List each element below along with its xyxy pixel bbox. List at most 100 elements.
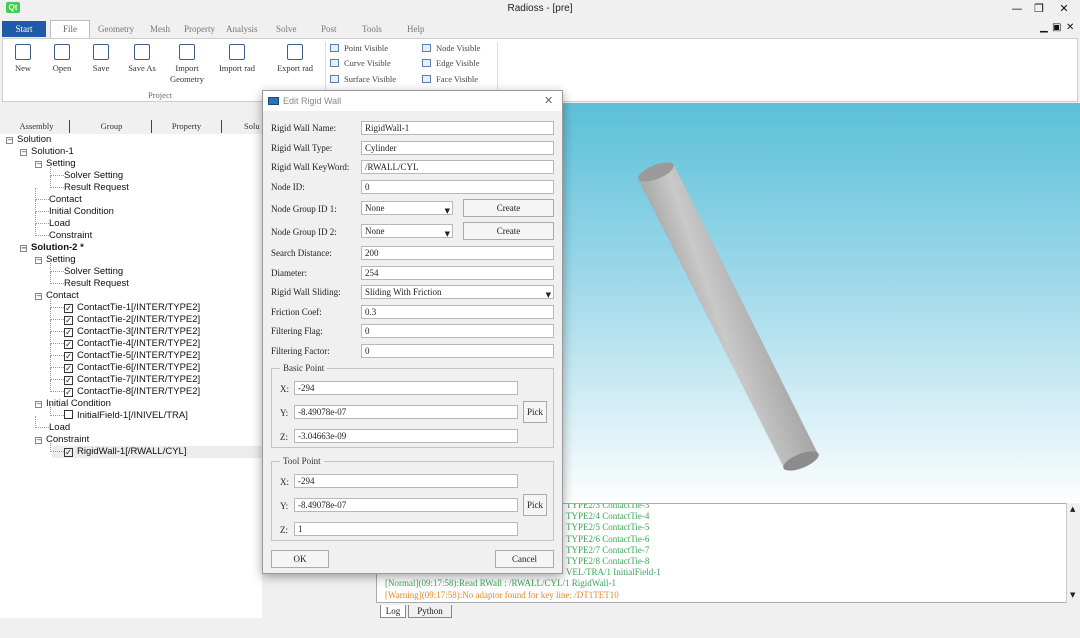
node-group-2-select[interactable]: None ▼ [361,224,453,238]
tool-pick-button[interactable]: Pick [523,494,547,516]
mdi-minimize-icon[interactable]: ▁ [1040,22,1048,33]
minimize-icon[interactable]: — [1008,2,1026,16]
checkbox-icon[interactable]: ✓ [64,448,73,457]
tree-node[interactable]: ✓ RigidWall-1[/RWALL/CYL] [50,440,186,458]
tree-node[interactable]: ✓ ContactTie-2[/INTER/TYPE2] [50,308,200,326]
tree-node[interactable]: Load [35,416,70,434]
tree-node[interactable]: ✓ ContactTie-3[/INTER/TYPE2] [50,320,200,338]
dropdown-arrow-icon[interactable]: ▼ [546,289,551,298]
diameter-field[interactable]: 254 [361,266,554,280]
scroll-up-icon[interactable]: ▲ [1070,505,1075,513]
menu-help[interactable]: Help [403,20,429,38]
close-icon[interactable]: ✕ [1055,2,1073,16]
restore-icon[interactable]: ❐ [1030,2,1048,16]
checkbox-icon[interactable]: ✓ [64,304,73,313]
tab-assembly[interactable]: Assembly [4,120,70,133]
scroll-down-icon[interactable]: ▼ [1070,591,1075,599]
node-group-1-select[interactable]: None ▼ [361,201,453,215]
sliding-select[interactable]: Sliding With Friction ▼ [361,285,554,299]
tree-node[interactable]: − Solution-2 * [20,242,84,254]
toggle-surface-visible[interactable]: Surface Visible [330,74,396,84]
basic-y-field[interactable]: -8.49078e-07 [294,405,518,419]
ribbon-button-new-file[interactable]: New [12,44,34,74]
toggle-node-visible[interactable]: Node Visible [422,43,480,53]
tree-node[interactable]: Result Request [50,272,129,290]
tree-node[interactable]: ✓ ContactTie-7[/INTER/TYPE2] [50,368,200,386]
menu-file[interactable]: File [50,20,90,39]
menu-start[interactable]: Start [2,21,46,37]
tree-node[interactable]: ✓ ContactTie-8[/INTER/TYPE2] [50,380,200,398]
ribbon-button-folder-open[interactable]: Open [46,44,78,74]
checkbox-icon[interactable]: ✓ [64,364,73,373]
collapse-icon[interactable]: − [20,245,27,252]
ok-button[interactable]: OK [271,550,329,568]
collapse-icon[interactable]: − [35,257,42,264]
toggle-face-visible[interactable]: Face Visible [422,74,478,84]
ribbon-button-export-rad[interactable]: Export rad [268,44,322,74]
tab-group[interactable]: Group [72,120,152,133]
checkbox-icon[interactable]: ✓ [64,328,73,337]
node-id-field[interactable]: 0 [361,180,554,194]
tree-node[interactable]: InitialField-1[/INIVEL/TRA] [50,404,188,422]
ribbon-button-save-as[interactable]: Save As [120,44,164,74]
dropdown-arrow-icon[interactable]: ▼ [445,205,450,214]
tree-node[interactable]: ✓ ContactTie-5[/INTER/TYPE2] [50,344,200,362]
mdi-restore-icon[interactable]: ▣ [1052,22,1061,33]
toggle-point-visible[interactable]: Point Visible [330,43,388,53]
collapse-icon[interactable]: − [35,293,42,300]
menu-mesh[interactable]: Mesh [146,20,174,38]
tree-node[interactable]: − Initial Condition [35,398,111,410]
cancel-button[interactable]: Cancel [495,550,554,568]
tab-python[interactable]: Python [408,605,452,618]
checkbox-icon[interactable]: ✓ [64,340,73,349]
rigid-wall-type-field[interactable]: Cylinder [361,141,554,155]
tab-property[interactable]: Property [152,120,222,133]
menu-analysis[interactable]: Analysis [222,20,262,38]
filter-flag-field[interactable]: 0 [361,324,554,338]
tab-log[interactable]: Log [380,605,406,618]
friction-field[interactable]: 0.3 [361,305,554,319]
checkbox-icon[interactable]: ✓ [64,376,73,385]
tree-node[interactable]: ✓ ContactTie-1[/INTER/TYPE2] [50,296,200,314]
menu-post[interactable]: Post [317,20,341,38]
create-group-2-button[interactable]: Create [463,222,554,240]
tree-node[interactable]: ✓ ContactTie-6[/INTER/TYPE2] [50,356,200,374]
collapse-icon[interactable]: − [35,437,42,444]
tool-z-field[interactable]: 1 [294,522,518,536]
collapse-icon[interactable]: − [35,161,42,168]
ribbon-button-save[interactable]: Save [88,44,114,74]
basic-pick-button[interactable]: Pick [523,401,547,423]
tree-node[interactable]: − Solution [6,134,51,146]
log-scrollbar[interactable]: ▲ ▼ [1066,503,1080,603]
search-distance-field[interactable]: 200 [361,246,554,260]
dialog-close-icon[interactable]: ✕ [544,94,553,107]
rigid-wall-name-field[interactable]: RigidWall-1 [361,121,554,135]
ribbon-button-import-geometry[interactable]: Import Geometry [168,44,206,85]
rigid-wall-keyword-field[interactable]: /RWALL/CYL [361,160,554,174]
basic-x-field[interactable]: -294 [294,381,518,395]
filter-factor-field[interactable]: 0 [361,344,554,358]
tool-y-field[interactable]: -8.49078e-07 [294,498,518,512]
checkbox-icon[interactable]: ✓ [64,316,73,325]
mdi-close-icon[interactable]: ✕ [1066,22,1074,33]
tree-node[interactable]: ✓ ContactTie-4[/INTER/TYPE2] [50,332,200,350]
tool-x-field[interactable]: -294 [294,474,518,488]
toggle-curve-visible[interactable]: Curve Visible [330,58,391,68]
tree-node[interactable]: Constraint [35,224,92,242]
checkbox-icon[interactable]: ✓ [64,352,73,361]
ribbon-button-import-rad[interactable]: Import rad [212,44,262,74]
checkbox-icon[interactable]: ✓ [64,388,73,397]
menu-tools[interactable]: Tools [358,20,386,38]
menu-property[interactable]: Property [180,20,219,38]
tab-solu[interactable]: Solu [222,120,262,133]
checkbox-icon[interactable] [64,410,73,419]
rigid-wall-cylinder[interactable] [636,158,821,474]
menu-solve[interactable]: Solve [272,20,301,38]
create-group-1-button[interactable]: Create [463,199,554,217]
toggle-edge-visible[interactable]: Edge Visible [422,58,479,68]
collapse-icon[interactable]: − [35,401,42,408]
menu-geometry[interactable]: Geometry [94,20,138,38]
tree-node[interactable]: − Solution-1 [20,146,74,158]
collapse-icon[interactable]: − [6,137,13,144]
basic-z-field[interactable]: -3.04663e-09 [294,429,518,443]
